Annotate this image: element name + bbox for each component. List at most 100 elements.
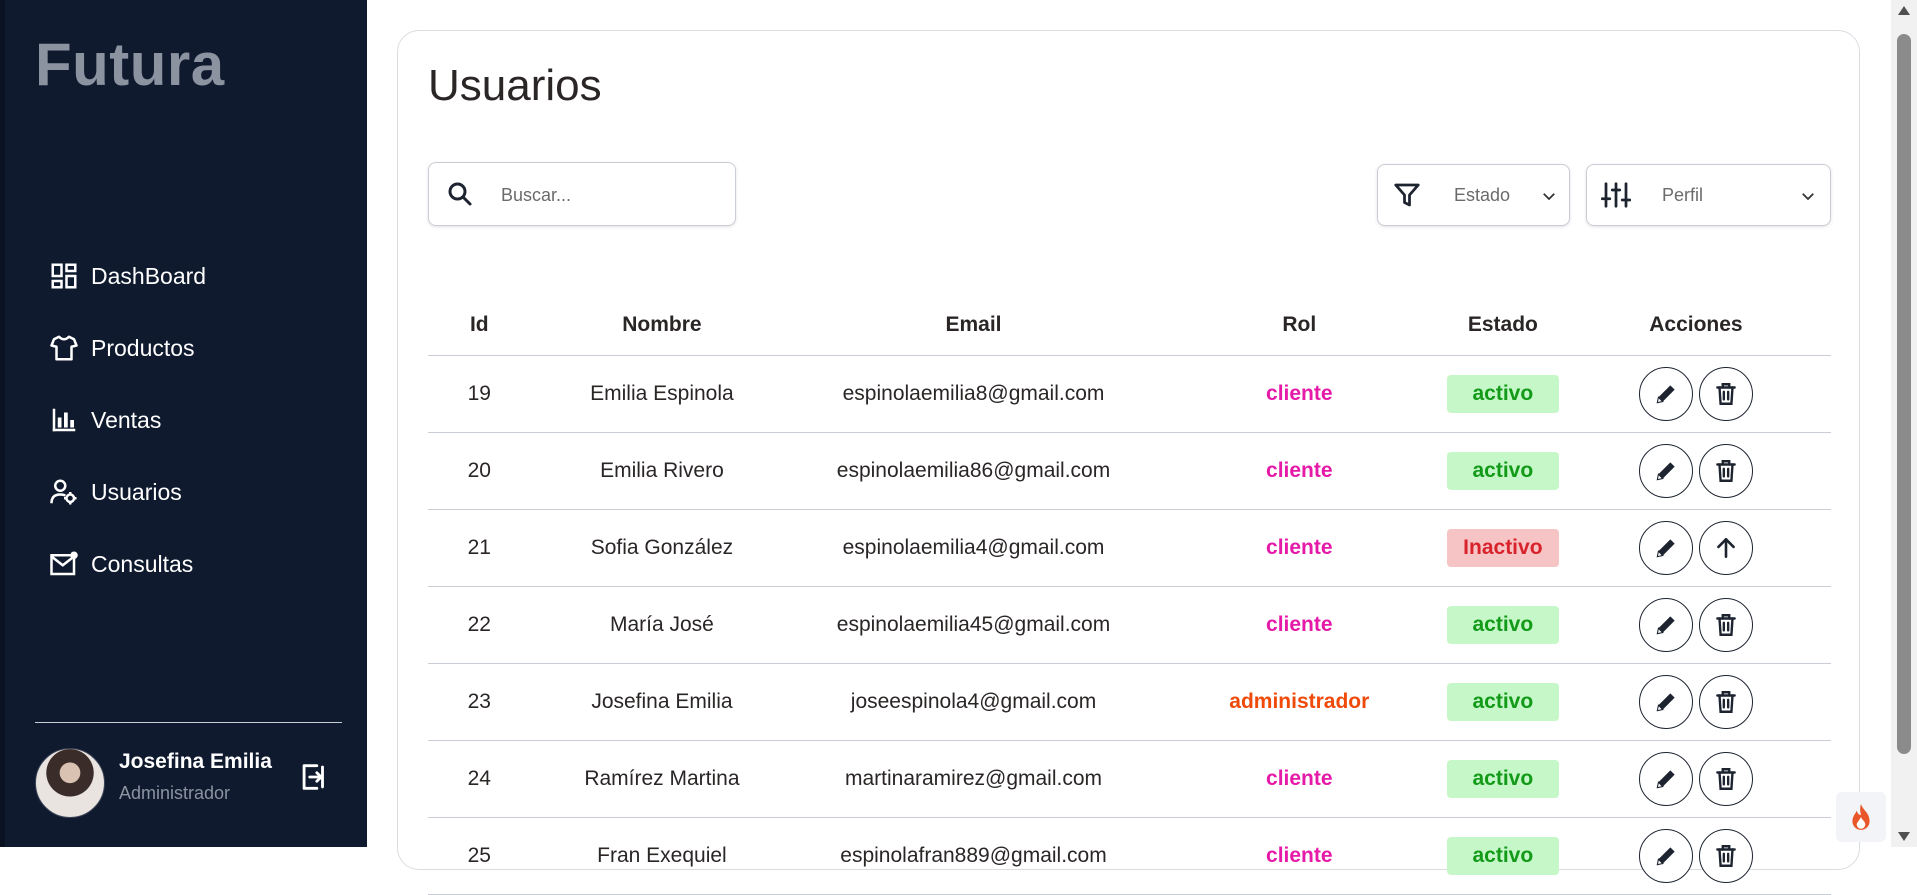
cell-id: 19 <box>428 355 531 433</box>
status-badge: activo <box>1446 837 1559 875</box>
sidebar-item-ventas[interactable]: Ventas <box>47 384 206 456</box>
logout-button[interactable] <box>297 760 331 794</box>
logout-icon <box>302 764 324 790</box>
column-header-acciones: Acciones <box>1560 295 1831 356</box>
cell-rol: cliente <box>1153 817 1445 895</box>
role-label: cliente <box>1266 613 1333 636</box>
cell-acciones <box>1560 355 1831 433</box>
role-label: cliente <box>1266 459 1333 482</box>
avatar <box>35 748 105 818</box>
edit-user-button[interactable] <box>1638 829 1693 883</box>
row-actions <box>1638 521 1753 575</box>
table-row: 20 Emilia Rivero espinolaemilia86@gmail.co… <box>428 432 1831 510</box>
delete-user-button[interactable] <box>1698 598 1753 652</box>
sidebar-item-productos[interactable]: Productos <box>47 312 206 384</box>
sidebar-item-label: DashBoard <box>91 262 207 289</box>
table-row: 22 María José espinolaemilia45@gmail.com cl… <box>428 586 1831 664</box>
cell-id: 24 <box>428 740 531 818</box>
restore-user-button[interactable] <box>1698 521 1753 575</box>
column-header-id: Id <box>428 295 531 356</box>
mail-icon <box>47 547 81 581</box>
status-badge: activo <box>1446 760 1559 798</box>
scroll-thumb[interactable] <box>1897 34 1911 754</box>
edit-user-button[interactable] <box>1638 752 1693 806</box>
cell-acciones <box>1560 586 1831 664</box>
edit-user-button[interactable] <box>1638 521 1693 575</box>
sidebar-item-usuarios[interactable]: Usuarios <box>47 456 206 528</box>
cell-email: espinolafran889@gmail.com <box>793 817 1154 895</box>
cell-estado: activo <box>1444 432 1561 510</box>
role-label: cliente <box>1266 844 1333 867</box>
cell-id: 23 <box>428 663 531 741</box>
scroll-up-arrow-icon[interactable] <box>1898 6 1910 15</box>
row-actions <box>1638 829 1753 883</box>
cell-id: 20 <box>428 432 531 510</box>
status-badge: activo <box>1446 452 1559 490</box>
delete-user-button[interactable] <box>1698 829 1753 883</box>
user-profile: Josefina Emilia Administrador <box>35 746 342 818</box>
table-body: 19 Emilia Espinola espinolaemilia8@gmail.c… <box>428 355 1831 895</box>
cell-id: 25 <box>428 817 531 895</box>
sidebar-nav: DashBoard Productos Ventas Usuarios Cons… <box>47 240 206 600</box>
status-badge: activo <box>1446 683 1559 721</box>
cell-rol: cliente <box>1153 432 1445 510</box>
pencil-icon <box>1656 462 1675 481</box>
cell-id: 21 <box>428 509 531 587</box>
search-input[interactable] <box>499 177 723 213</box>
estado-filter-label: Estado <box>1454 185 1511 205</box>
column-header-estado: Estado <box>1444 295 1561 356</box>
user-role: Administrador <box>119 783 231 803</box>
page-scrollbar[interactable] <box>1891 0 1917 847</box>
sidebar-item-label: Productos <box>91 334 195 361</box>
edit-user-button[interactable] <box>1638 444 1693 498</box>
sidebar-item-label: Consultas <box>91 550 194 577</box>
edit-user-button[interactable] <box>1638 367 1693 421</box>
sliders-icon <box>1600 180 1632 210</box>
status-badge: Inactivo <box>1446 529 1559 567</box>
sidebar-item-dashboard[interactable]: DashBoard <box>47 240 206 312</box>
cell-nombre: Josefina Emilia <box>530 663 794 741</box>
user-name: Josefina Emilia <box>119 750 272 773</box>
scroll-down-arrow-icon[interactable] <box>1898 832 1910 841</box>
pencil-icon <box>1656 385 1675 404</box>
row-actions <box>1638 675 1753 729</box>
delete-user-button[interactable] <box>1698 752 1753 806</box>
cell-email: martinaramirez@gmail.com <box>793 740 1154 818</box>
column-header-rol: Rol <box>1153 295 1445 356</box>
edit-user-button[interactable] <box>1638 675 1693 729</box>
cell-estado: activo <box>1444 817 1561 895</box>
delete-user-button[interactable] <box>1698 367 1753 421</box>
search-icon <box>445 179 475 209</box>
cell-email: espinolaemilia8@gmail.com <box>793 355 1154 433</box>
delete-user-button[interactable] <box>1698 444 1753 498</box>
dashboard-icon <box>47 259 81 293</box>
row-actions <box>1638 444 1753 498</box>
floating-extension-button[interactable] <box>1836 792 1886 842</box>
cell-acciones <box>1560 663 1831 741</box>
edit-user-button[interactable] <box>1638 598 1693 652</box>
row-actions <box>1638 598 1753 652</box>
delete-user-button[interactable] <box>1698 675 1753 729</box>
trash-icon <box>1716 460 1736 482</box>
cell-acciones <box>1560 432 1831 510</box>
bar-chart-icon <box>47 403 81 437</box>
cell-rol: cliente <box>1153 355 1445 433</box>
arrow-up-icon <box>1717 538 1735 558</box>
role-label: administrador <box>1229 690 1370 713</box>
role-label: cliente <box>1266 382 1333 405</box>
perfil-filter-select[interactable]: Perfil <box>1586 164 1831 226</box>
pencil-icon <box>1656 539 1675 558</box>
cell-estado: Inactivo <box>1444 509 1561 587</box>
column-header-email: Email <box>793 295 1154 356</box>
table-header-row: Id Nombre Email Rol Estado Acciones <box>428 295 1831 356</box>
trash-icon <box>1716 691 1736 713</box>
page-title: Usuarios <box>428 61 602 110</box>
chevron-down-icon <box>1540 187 1558 205</box>
sidebar-item-consultas[interactable]: Consultas <box>47 528 206 600</box>
trash-icon <box>1716 383 1736 405</box>
estado-filter-select[interactable]: Estado <box>1377 164 1570 226</box>
trash-icon <box>1716 768 1736 790</box>
users-panel: Usuarios Estado Perfil <box>397 30 1860 895</box>
row-actions <box>1638 367 1753 421</box>
table-row: 23 Josefina Emilia joseespinola4@gmail.com… <box>428 663 1831 741</box>
